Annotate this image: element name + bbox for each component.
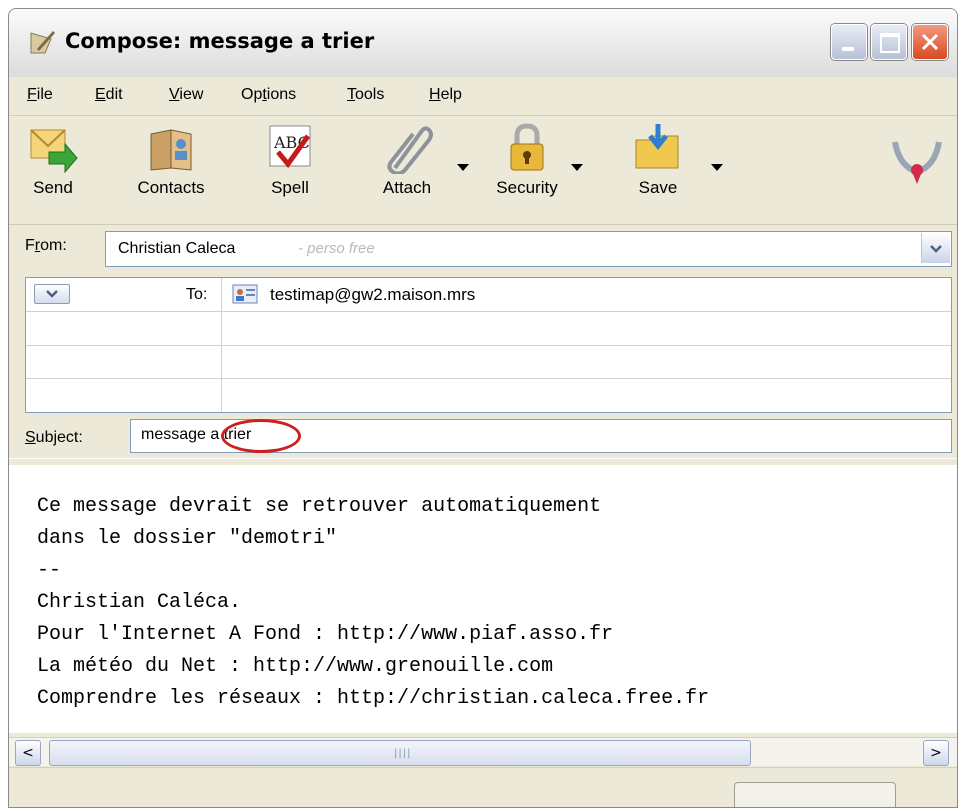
contacts-button[interactable]: Contacts: [123, 122, 219, 198]
spell-icon: ABC: [269, 125, 311, 169]
highlight-annotation-ring: [221, 419, 301, 453]
chevron-down-icon: [46, 290, 58, 298]
scroll-right-button[interactable]: >: [923, 740, 949, 766]
maximize-button[interactable]: [871, 24, 907, 60]
compose-icon: [30, 31, 55, 54]
message-body-text: Ce message devrait se retrouver automati…: [37, 491, 709, 715]
send-icon: [30, 129, 78, 174]
from-dropdown-button[interactable]: [921, 233, 950, 263]
from-row: From: Christian Caleca - perso free: [9, 225, 957, 269]
menu-view[interactable]: View: [169, 86, 203, 104]
body-line: La météo du Net : http://www.grenouille.…: [37, 655, 554, 678]
grip-icon: ||||: [394, 748, 412, 759]
save-button[interactable]: Save: [623, 122, 693, 198]
recipient-address[interactable]: testimap@gw2.maison.mrs: [270, 285, 475, 305]
from-account: - perso free: [298, 240, 375, 257]
recipient-row-empty[interactable]: [26, 312, 951, 346]
from-label: From:: [25, 237, 67, 254]
minimize-button[interactable]: [831, 24, 867, 60]
body-line: Comprendre les réseaux : http://christia…: [37, 687, 710, 710]
status-panel: [734, 782, 896, 807]
menu-edit[interactable]: Edit: [95, 86, 123, 104]
throbber-icon: [892, 141, 942, 184]
title-bar[interactable]: Compose: message a trier: [9, 9, 957, 78]
recipients-list[interactable]: To: testimap@gw2.maison.mrs: [25, 277, 952, 413]
contacts-icon: [150, 129, 192, 171]
send-button[interactable]: Send: [23, 122, 83, 198]
security-dropdown-icon[interactable]: [571, 164, 583, 171]
attach-button[interactable]: Attach: [367, 122, 447, 198]
body-line: Christian Caléca.: [37, 591, 242, 614]
close-button[interactable]: [912, 24, 948, 60]
body-line: Pour l'Internet A Fond : http://www.piaf…: [37, 623, 614, 646]
status-bar: [9, 767, 957, 807]
recipient-type-dropdown[interactable]: [34, 284, 70, 304]
from-select[interactable]: Christian Caleca - perso free: [105, 231, 952, 267]
window-title: Compose: message a trier: [65, 29, 375, 53]
maximize-icon: [880, 33, 900, 53]
recipient-column-divider: [221, 278, 222, 412]
horizontal-scrollbar[interactable]: < |||| >: [9, 737, 957, 766]
recipient-row-empty[interactable]: [26, 378, 951, 411]
save-icon: [635, 124, 679, 169]
from-name: Christian Caleca: [118, 240, 236, 257]
address-card-icon: [232, 284, 258, 304]
security-button[interactable]: Security: [479, 122, 575, 198]
recipient-type-label: To:: [186, 286, 208, 303]
message-body-editor[interactable]: Ce message devrait se retrouver automati…: [9, 465, 957, 733]
attach-icon: [387, 126, 433, 174]
menu-bar: File Edit View Options Tools Help: [9, 77, 957, 116]
subject-label: Subject:: [25, 429, 83, 446]
close-icon: [921, 33, 939, 51]
menu-help[interactable]: Help: [429, 86, 462, 104]
compose-window: Compose: message a trier File Edit View …: [8, 8, 958, 808]
save-dropdown-icon[interactable]: [711, 164, 723, 171]
menu-file[interactable]: File: [27, 86, 53, 104]
toolbar: Send Contacts ABC Spell Attach Security …: [9, 116, 957, 225]
security-icon: [510, 123, 544, 171]
attach-dropdown-icon[interactable]: [457, 164, 469, 171]
body-line: --: [37, 559, 62, 582]
spell-button[interactable]: ABC Spell: [255, 122, 325, 198]
chevron-down-icon: [930, 245, 942, 253]
body-line: dans le dossier "demotri": [37, 527, 338, 550]
menu-options[interactable]: Options: [241, 86, 296, 104]
body-line: Ce message devrait se retrouver automati…: [37, 495, 602, 518]
minimize-icon: [842, 47, 854, 51]
recipient-row-empty[interactable]: [26, 345, 951, 379]
menu-tools[interactable]: Tools: [347, 86, 384, 104]
recipient-row[interactable]: To: testimap@gw2.maison.mrs: [26, 278, 951, 312]
scroll-left-button[interactable]: <: [15, 740, 41, 766]
scrollbar-thumb[interactable]: ||||: [49, 740, 751, 766]
